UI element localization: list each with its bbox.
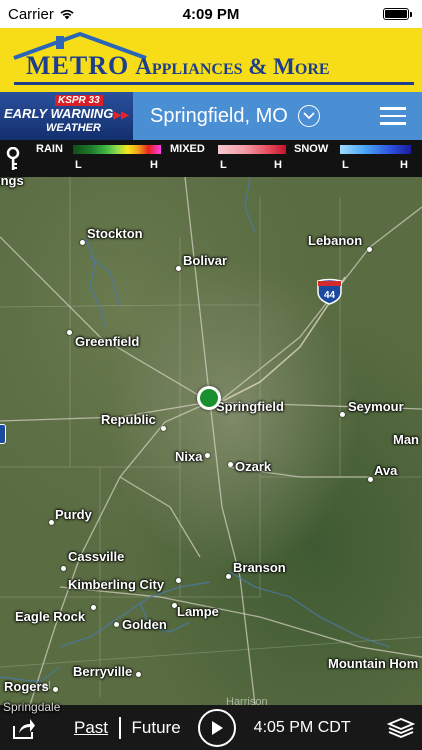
city-dot xyxy=(226,574,231,579)
city-dot xyxy=(91,605,96,610)
playback-toolbar: Springdale Past Future 4:05 PM CDT xyxy=(0,700,422,750)
current-location-marker[interactable] xyxy=(197,386,221,410)
city-dot xyxy=(114,622,119,627)
city-dot xyxy=(67,330,72,335)
city-dot xyxy=(368,477,373,482)
carrier-label: Carrier xyxy=(8,5,54,23)
logo-line2: WEATHER xyxy=(46,122,101,134)
legend-rain-label: RAIN xyxy=(36,143,63,155)
city-dot xyxy=(367,247,372,252)
ad-brand: METRO Appliances & More xyxy=(26,51,330,81)
location-selector[interactable]: Springfield, MO xyxy=(133,105,364,128)
past-button[interactable]: Past xyxy=(74,718,108,738)
legend-mixed-high: H xyxy=(274,159,282,171)
legend-rain-bar xyxy=(73,145,161,154)
city-label[interactable]: Branson xyxy=(233,560,286,575)
city-dot xyxy=(176,578,181,583)
city-label[interactable]: Cassville xyxy=(68,549,124,564)
hamburger-menu-button[interactable] xyxy=(364,92,422,140)
ad-brand-tail: Appliances & More xyxy=(135,54,330,79)
play-icon xyxy=(211,720,223,735)
city-label[interactable]: Seymour xyxy=(348,399,404,414)
wifi-icon xyxy=(60,9,74,20)
logo-arrows-icon: ▶▶ xyxy=(113,110,129,121)
city-dot xyxy=(49,520,54,525)
ad-brand-main: METRO xyxy=(26,51,130,80)
city-dot xyxy=(80,240,85,245)
interstate-shield-number: 44 xyxy=(324,290,336,301)
status-bar: Carrier 4:09 PM xyxy=(0,0,422,28)
city-dot xyxy=(176,266,181,271)
app-header: KSPR 33 EARLY WARNING WEATHER ▶▶ Springf… xyxy=(0,92,422,140)
city-label[interactable]: Stockton xyxy=(87,226,143,241)
layers-button[interactable] xyxy=(380,705,422,750)
legend-snow-label: SNOW xyxy=(294,143,329,155)
city-label[interactable]: Nixa xyxy=(175,449,202,464)
precip-legend: RAIN L H MIXED L H SNOW L H xyxy=(0,140,422,177)
toolbar-divider xyxy=(119,716,121,739)
partial-shield-icon xyxy=(0,424,6,444)
city-label[interactable]: Springdale xyxy=(3,700,60,714)
legend-snow-high: H xyxy=(400,159,408,171)
city-label[interactable]: Ozark xyxy=(235,459,271,474)
legend-rain-low: L xyxy=(75,159,82,171)
city-label[interactable]: Kimberling City xyxy=(68,577,164,592)
city-label[interactable]: Lebanon xyxy=(308,233,362,248)
city-label[interactable]: Lampe xyxy=(177,604,219,619)
city-label[interactable]: Berryville xyxy=(73,664,132,679)
city-dot xyxy=(53,687,58,692)
interstate-shield-icon: 44 xyxy=(317,278,342,305)
city-dot xyxy=(61,566,66,571)
map-watermark: Harrison xyxy=(226,696,268,705)
city-label[interactable]: ings xyxy=(0,177,24,188)
city-label[interactable]: Greenfield xyxy=(75,334,139,349)
future-button[interactable]: Future xyxy=(132,718,181,738)
radar-timestamp: 4:05 PM CDT xyxy=(253,718,351,736)
key-icon[interactable] xyxy=(6,147,20,171)
city-label[interactable]: Republic xyxy=(101,412,156,427)
city-label[interactable]: Purdy xyxy=(55,507,92,522)
legend-mixed-low: L xyxy=(220,159,227,171)
city-dot xyxy=(161,426,166,431)
city-dot xyxy=(340,412,345,417)
city-label[interactable]: Man xyxy=(393,432,419,447)
city-label[interactable]: Ava xyxy=(374,463,397,478)
layers-icon xyxy=(387,717,415,738)
legend-snow-bar xyxy=(340,145,411,154)
logo-station: KSPR 33 xyxy=(55,95,103,106)
city-label[interactable]: Springfield xyxy=(216,399,284,414)
legend-snow-low: L xyxy=(342,159,349,171)
logo-line1: EARLY WARNING xyxy=(4,106,114,121)
carrier-group: Carrier xyxy=(8,6,75,23)
legend-rain-high: H xyxy=(150,159,158,171)
legend-mixed-label: MIXED xyxy=(170,143,205,155)
city-label[interactable]: Eagle Rock xyxy=(15,609,85,624)
city-dot xyxy=(205,453,210,458)
city-label[interactable]: Bolivar xyxy=(183,253,227,268)
city-label[interactable]: Golden xyxy=(122,617,167,632)
city-dot xyxy=(228,462,233,467)
chevron-down-icon[interactable] xyxy=(297,105,320,127)
ad-banner[interactable]: METRO Appliances & More xyxy=(0,28,422,92)
station-logo[interactable]: KSPR 33 EARLY WARNING WEATHER ▶▶ xyxy=(0,92,133,140)
city-dot xyxy=(136,672,141,677)
radar-map[interactable]: 44 ings Stockton Lebanon Bolivar Greenfi… xyxy=(0,177,422,705)
battery-icon xyxy=(383,8,412,20)
share-icon xyxy=(13,718,35,739)
map-watermark: al xyxy=(42,680,51,692)
legend-mixed-bar xyxy=(218,145,286,154)
location-label: Springfield, MO xyxy=(150,104,288,127)
play-button[interactable] xyxy=(197,708,236,747)
city-label[interactable]: Mountain Hom xyxy=(328,656,418,671)
